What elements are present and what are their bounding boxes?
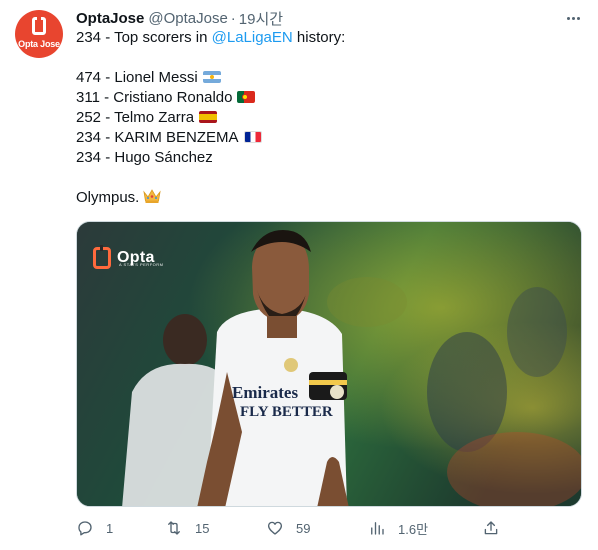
tweet-header: OptaJose @OptaJose · 19시간	[76, 8, 283, 28]
france-flag-icon	[243, 131, 262, 143]
more-dot-icon	[576, 16, 580, 20]
closing-line: Olympus.	[76, 188, 162, 210]
crown-icon	[143, 188, 162, 210]
scorer-line: 474 - Lionel Messi	[76, 68, 221, 88]
retweet-button[interactable]: 15	[165, 516, 209, 540]
opta-ring-gap	[37, 14, 41, 20]
views-icon	[368, 519, 386, 537]
views-count: 1.6만	[398, 521, 429, 537]
separator: ·	[230, 9, 236, 27]
tweet-media-image[interactable]: Emirates FLY BETTER Opta A STATS PERFORM	[76, 221, 582, 507]
avatar[interactable]: Opta Jose	[15, 10, 63, 58]
avatar-text: Opta Jose	[18, 39, 60, 49]
retweet-icon	[165, 519, 183, 537]
opta-logo-subtext: A STATS PERFORM	[119, 262, 164, 267]
views-button[interactable]: 1.6만	[368, 516, 428, 540]
intro-prefix: 234 - Top scorers in	[76, 29, 212, 46]
scorer-line: 252 - Telmo Zarra	[76, 108, 218, 128]
reply-icon	[76, 519, 94, 537]
svg-text:Emirates: Emirates	[232, 383, 298, 402]
like-count: 59	[296, 520, 311, 536]
more-dot-icon	[566, 16, 570, 20]
display-name[interactable]: OptaJose	[76, 10, 144, 27]
scorer-text: 234 - KARIM BENZEMA	[76, 129, 239, 146]
share-icon	[482, 519, 500, 537]
svg-text:FLY BETTER: FLY BETTER	[240, 404, 333, 420]
scorer-text: 474 - Lionel Messi	[76, 69, 198, 86]
opta-logo: Opta	[93, 244, 155, 272]
scorer-text: 311 - Cristiano Ronaldo	[76, 89, 233, 106]
argentina-flag-icon	[202, 71, 221, 83]
timestamp[interactable]: 19시간	[239, 8, 283, 29]
like-icon	[266, 519, 284, 537]
scorer-line: 234 - Hugo Sánchez	[76, 148, 213, 168]
spain-flag-icon	[199, 111, 218, 123]
more-options-button[interactable]	[562, 8, 584, 28]
scorer-line: 311 - Cristiano Ronaldo	[76, 88, 256, 108]
intro-suffix: history:	[292, 29, 346, 46]
reply-count: 1	[106, 520, 114, 536]
closing-text: Olympus.	[76, 189, 140, 206]
retweet-count: 15	[195, 520, 210, 536]
scorer-text: 252 - Telmo Zarra	[76, 109, 195, 126]
tweet-actions: 1 15 59 1.6만	[76, 516, 582, 540]
scorer-text: 234 - Hugo Sánchez	[76, 149, 213, 166]
laliga-mention-link[interactable]: @LaLigaEN	[212, 29, 293, 46]
reply-button[interactable]: 1	[76, 516, 113, 540]
opta-logo-icon	[93, 245, 111, 269]
share-button[interactable]	[482, 516, 500, 540]
like-button[interactable]: 59	[266, 516, 310, 540]
user-handle[interactable]: @OptaJose	[148, 10, 227, 27]
tweet: Opta Jose OptaJose @OptaJose · 19시간 234 …	[0, 0, 598, 550]
scorer-line: 234 - KARIM BENZEMA	[76, 128, 262, 148]
portugal-flag-icon	[237, 91, 256, 103]
more-dot-icon	[571, 16, 575, 20]
tweet-intro-line: 234 - Top scorers in @LaLigaEN history:	[76, 28, 345, 48]
